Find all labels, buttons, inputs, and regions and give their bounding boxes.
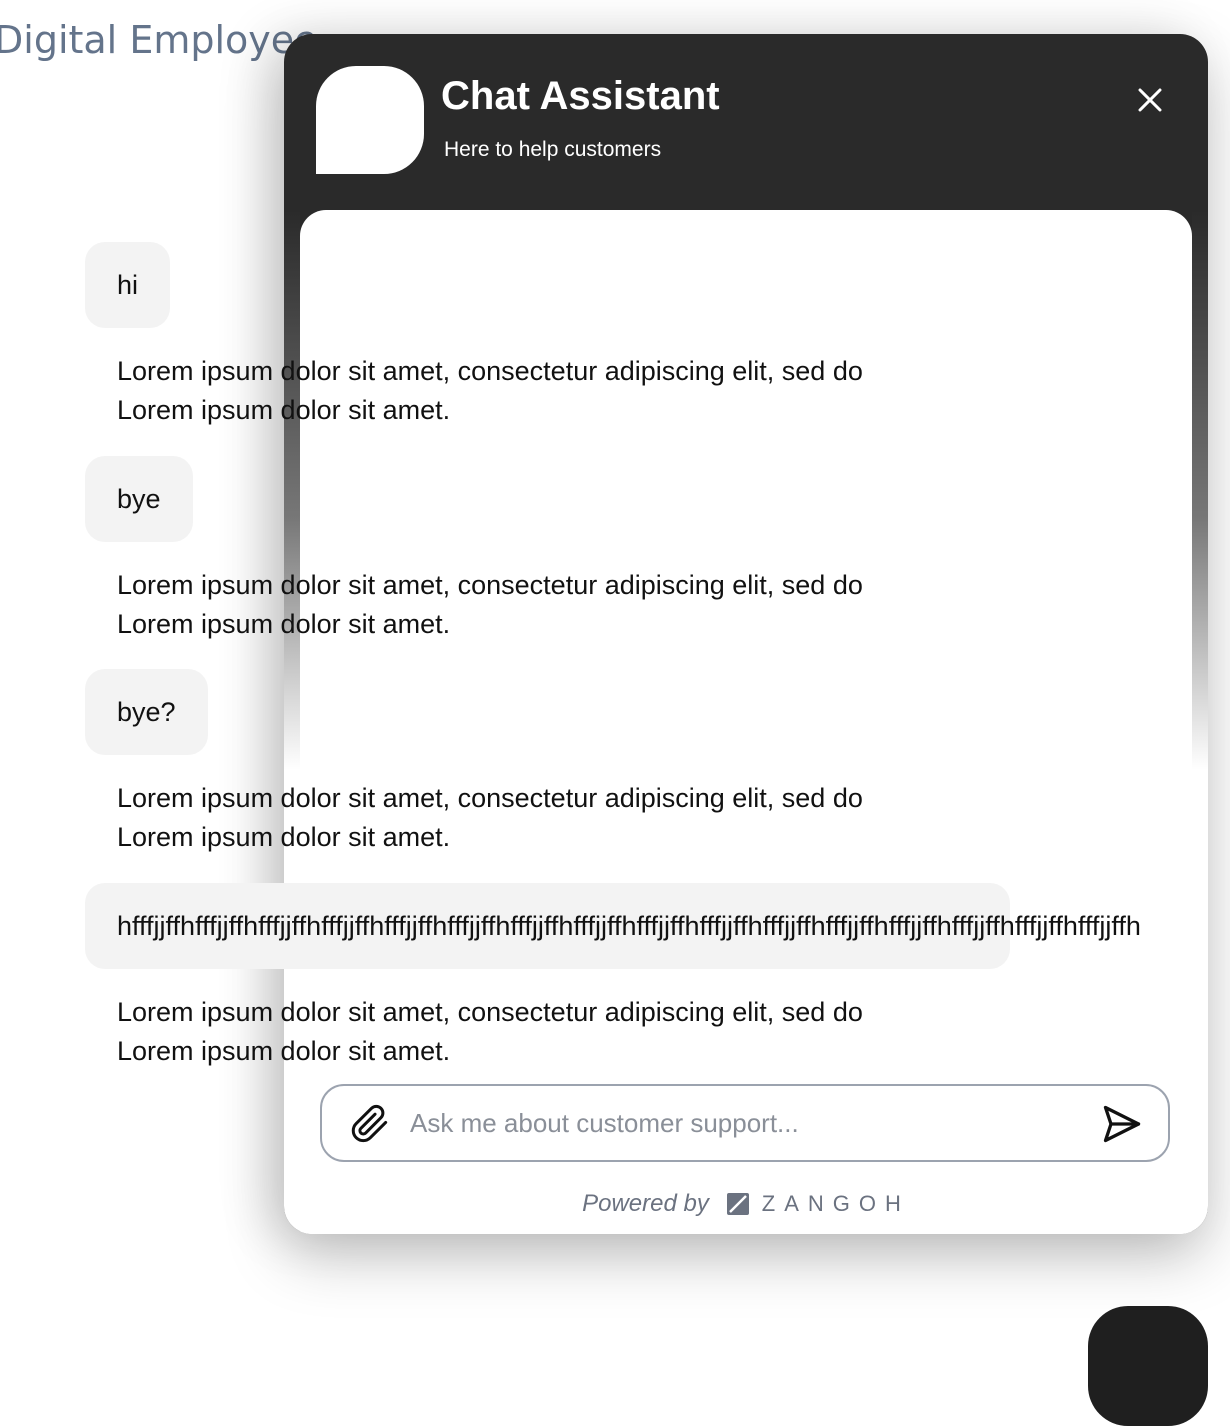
- attach-button[interactable]: [350, 1104, 390, 1144]
- user-message: bye: [85, 456, 193, 542]
- powered-by: Powered by ZANGOH: [284, 1190, 1208, 1218]
- assistant-message: Lorem ipsum dolor sit amet, consectetur …: [117, 570, 863, 639]
- brand-logo-icon: [727, 1193, 750, 1215]
- assistant-message: Lorem ipsum dolor sit amet, consectetur …: [117, 356, 863, 425]
- user-message: hi: [85, 242, 171, 328]
- close-icon: [1138, 88, 1162, 112]
- chat-title: Chat Assistant: [441, 74, 720, 118]
- user-message: bye?: [85, 669, 208, 755]
- avatar: [316, 66, 424, 174]
- panel-edge-right: [1192, 210, 1208, 770]
- assistant-message: Lorem ipsum dolor sit amet, consectetur …: [117, 997, 863, 1066]
- powered-by-label: Powered by: [582, 1190, 709, 1217]
- assistant-message: Lorem ipsum dolor sit amet, consectetur …: [117, 783, 863, 852]
- panel-edge-left: [284, 210, 300, 770]
- chat-launcher-button[interactable]: [1088, 1306, 1208, 1426]
- user-message: hfffjjffhfffjjffhfffjjffhfffjjffhfffjjff…: [85, 883, 1141, 969]
- send-button[interactable]: [1100, 1102, 1144, 1146]
- composer: [320, 1084, 1170, 1162]
- close-button[interactable]: [1130, 80, 1170, 120]
- message-input[interactable]: [410, 1102, 1060, 1144]
- send-icon: [1103, 1105, 1141, 1143]
- page-title: Digital Employee: [0, 18, 318, 62]
- paperclip-icon: [351, 1104, 388, 1143]
- chat-header: Chat Assistant Here to help customers: [284, 34, 1208, 210]
- chat-subtitle: Here to help customers: [444, 138, 662, 161]
- brand-name: ZANGOH: [761, 1191, 910, 1216]
